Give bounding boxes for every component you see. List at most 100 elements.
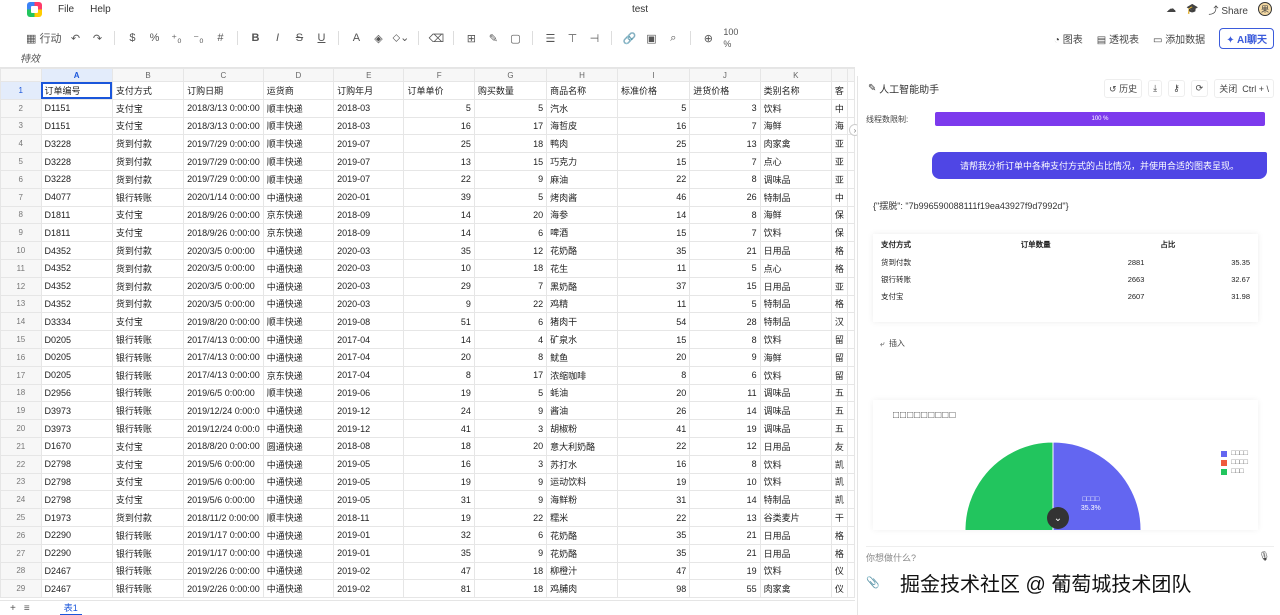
table-cell[interactable]: 友: [830, 436, 849, 456]
table-cell[interactable]: 3: [689, 98, 761, 118]
table-cell[interactable]: D4352: [40, 258, 113, 278]
font-color-icon[interactable]: A: [348, 28, 364, 48]
table-cell[interactable]: 11: [616, 294, 691, 314]
table-cell[interactable]: 2018-11: [333, 508, 405, 527]
table-cell[interactable]: 15: [689, 276, 761, 296]
number-format-icon[interactable]: #: [212, 28, 228, 48]
table-cell[interactable]: 14: [403, 330, 475, 349]
row-header[interactable]: 3: [0, 116, 42, 136]
table-cell[interactable]: [847, 347, 855, 367]
close-button[interactable]: 关闭 Ctrl + \: [1214, 78, 1274, 98]
row-header[interactable]: 12: [0, 276, 42, 296]
add-data-button[interactable]: ▭ 添加数据: [1153, 31, 1205, 46]
table-cell[interactable]: 20: [473, 436, 548, 456]
table-cell[interactable]: [847, 579, 855, 599]
table-cell[interactable]: 2018/8/20 0:00:00: [183, 436, 264, 456]
row-header[interactable]: 6: [0, 169, 42, 189]
table-cell[interactable]: 22: [616, 169, 691, 189]
table-cell[interactable]: D4077: [40, 187, 113, 207]
scroll-down-icon[interactable]: ⌄: [1047, 507, 1069, 529]
table-cell[interactable]: 2019/7/29 0:00:00: [183, 169, 264, 189]
table-cell[interactable]: D4352: [40, 294, 113, 314]
table-cell[interactable]: 2020-03: [333, 294, 405, 314]
table-cell[interactable]: 货到付款: [111, 276, 185, 296]
column-title-cell[interactable]: 标准价格: [616, 81, 691, 100]
table-cell[interactable]: 柳橙汁: [546, 561, 618, 581]
table-cell[interactable]: 京东快递: [262, 223, 335, 243]
table-cell[interactable]: 支付宝: [111, 205, 185, 225]
table-cell[interactable]: 特制品: [759, 294, 832, 314]
row-header[interactable]: 16: [0, 347, 42, 367]
table-cell[interactable]: 7: [689, 223, 761, 243]
table-cell[interactable]: 中通快递: [262, 330, 335, 349]
align-left-icon[interactable]: ☰: [542, 28, 558, 48]
table-cell[interactable]: 酱油: [546, 401, 618, 421]
italic-icon[interactable]: I: [269, 28, 285, 48]
table-cell[interactable]: 2018/3/13 0:00:00: [183, 116, 264, 136]
table-cell[interactable]: 特制品: [759, 312, 832, 332]
column-header[interactable]: E: [333, 68, 405, 82]
menu-help[interactable]: Help: [90, 4, 111, 15]
column-title-cell[interactable]: 订单编号: [40, 81, 113, 100]
table-cell[interactable]: 20: [616, 383, 691, 403]
table-cell[interactable]: 日用品: [759, 241, 832, 260]
table-cell[interactable]: D0205: [40, 365, 113, 385]
table-cell[interactable]: 胡椒粉: [546, 419, 618, 438]
column-title-cell[interactable]: 运货商: [262, 81, 335, 100]
table-cell[interactable]: 20: [616, 347, 691, 367]
table-cell[interactable]: 9: [473, 472, 548, 492]
fill-color-icon[interactable]: ◈: [370, 28, 386, 48]
table-cell[interactable]: 2019/8/20 0:00:00: [183, 312, 264, 332]
table-cell[interactable]: 货到付款: [111, 169, 185, 189]
table-cell[interactable]: 点心: [759, 152, 832, 171]
table-cell[interactable]: 中通快递: [262, 454, 335, 474]
column-header[interactable]: J: [689, 68, 761, 82]
table-cell[interactable]: 21: [689, 241, 761, 260]
table-cell[interactable]: 2019-06: [333, 383, 405, 403]
row-header[interactable]: 5: [0, 152, 42, 171]
column-title-cell[interactable]: 支付方式: [111, 81, 185, 100]
table-cell[interactable]: 银行转账: [111, 525, 185, 545]
table-cell[interactable]: 31: [403, 490, 475, 510]
table-cell[interactable]: 黑奶酪: [546, 276, 618, 296]
table-cell[interactable]: 5: [473, 98, 548, 118]
row-header[interactable]: 1: [0, 81, 42, 100]
table-cell[interactable]: 中通快递: [262, 241, 335, 260]
table-cell[interactable]: 2019-05: [333, 454, 405, 474]
table-cell[interactable]: 货到付款: [111, 508, 185, 527]
cloud-icon[interactable]: ☁: [1166, 4, 1176, 15]
table-cell[interactable]: 中通快递: [262, 525, 335, 545]
column-title-cell[interactable]: 类别名称: [759, 81, 832, 100]
table-cell[interactable]: 日用品: [759, 276, 832, 296]
table-cell[interactable]: 14: [689, 401, 761, 421]
table-cell[interactable]: 海参: [546, 205, 618, 225]
table-cell[interactable]: 猪肉干: [546, 312, 618, 332]
table-cell[interactable]: 格: [830, 258, 849, 278]
history-button[interactable]: ↺ 历史: [1104, 78, 1143, 98]
row-header[interactable]: 26: [0, 525, 42, 545]
image-icon[interactable]: ▣: [643, 28, 659, 48]
table-cell[interactable]: [847, 312, 855, 332]
table-cell[interactable]: 亚: [830, 134, 849, 154]
table-cell[interactable]: 17: [473, 116, 548, 136]
column-title-cell[interactable]: 订购日期: [183, 81, 264, 100]
table-cell[interactable]: 12: [473, 241, 548, 260]
table-cell[interactable]: 18: [473, 134, 548, 154]
table-cell[interactable]: 日用品: [759, 525, 832, 545]
table-cell[interactable]: [847, 365, 855, 385]
zoom-icon[interactable]: ⊕: [700, 28, 716, 48]
table-cell[interactable]: 2020/3/5 0:00:00: [183, 276, 264, 296]
row-header[interactable]: 18: [0, 383, 42, 403]
table-cell[interactable]: 汉: [830, 312, 849, 332]
table-cell[interactable]: 亚: [830, 276, 849, 296]
table-cell[interactable]: 仪: [830, 561, 849, 581]
table-cell[interactable]: 饮料: [759, 561, 832, 581]
table-cell[interactable]: 银行转账: [111, 419, 185, 438]
table-cell[interactable]: 15: [473, 152, 548, 171]
table-cell[interactable]: 3: [473, 419, 548, 438]
table-cell[interactable]: 20: [473, 205, 548, 225]
table-cell[interactable]: 饮料: [759, 454, 832, 474]
table-cell[interactable]: 凯: [830, 490, 849, 510]
table-cell[interactable]: [847, 276, 855, 296]
table-cell[interactable]: 2019/6/5 0:00:00: [183, 383, 264, 403]
